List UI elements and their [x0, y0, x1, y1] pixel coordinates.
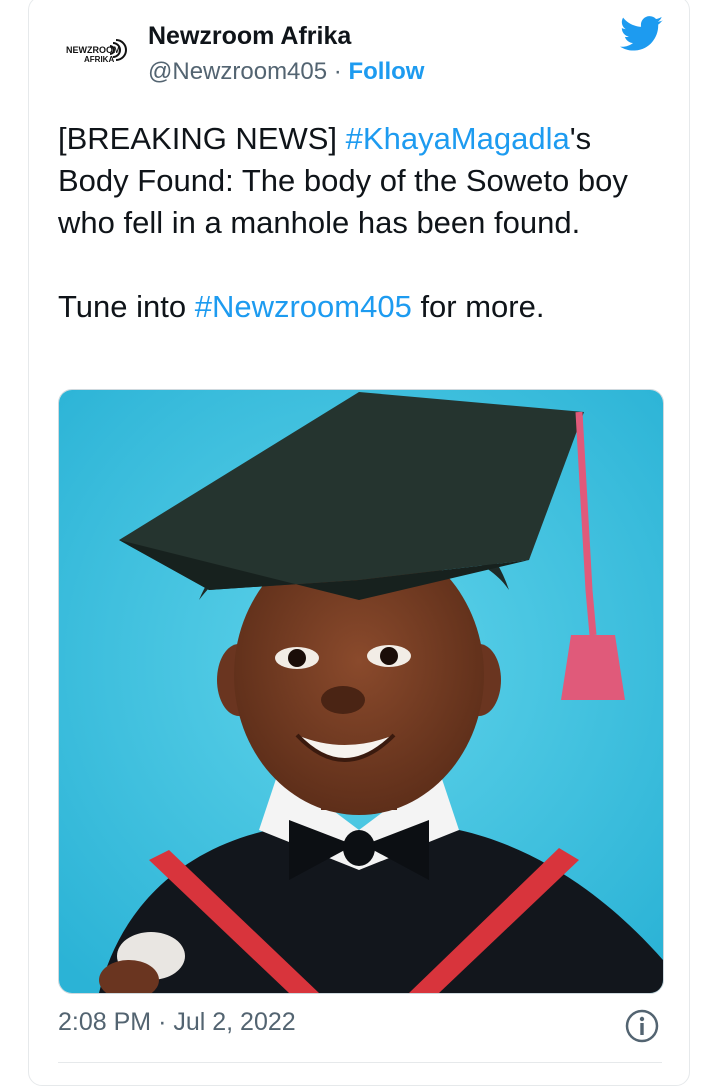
- tweet-photo[interactable]: [58, 389, 664, 994]
- tweet-text-segment: [BREAKING NEWS]: [58, 121, 346, 156]
- display-name[interactable]: Newzroom Afrika: [148, 22, 351, 51]
- tweet-paragraph-1: [BREAKING NEWS] #KhayaMagadla's Body Fou…: [58, 118, 658, 244]
- tweet-time: 2:08 PM: [58, 1008, 152, 1036]
- tweet-text-segment: for more.: [411, 289, 545, 324]
- handle-separator: ·: [333, 58, 342, 85]
- follow-button[interactable]: Follow: [348, 58, 424, 85]
- timestamp-separator: ·: [158, 1008, 167, 1036]
- divider: [58, 1062, 662, 1063]
- hashtag-khayamagadla[interactable]: #KhayaMagadla: [346, 121, 570, 156]
- svg-text:AFRIKA: AFRIKA: [84, 55, 114, 64]
- tweet-paragraph-2: Tune into #Newzroom405 for more.: [58, 286, 658, 328]
- hashtag-newzroom405[interactable]: #Newzroom405: [195, 289, 412, 324]
- tweet-text: [BREAKING NEWS] #KhayaMagadla's Body Fou…: [58, 118, 658, 328]
- handle-row: @Newzroom405 · Follow: [148, 58, 424, 86]
- tweet-text-segment: Tune into: [58, 289, 195, 324]
- newzroom-afrika-logo[interactable]: NEWZROOM AFRIKA: [66, 30, 138, 74]
- tweet-timestamp[interactable]: 2:08 PM · Jul 2, 2022: [58, 1008, 296, 1037]
- info-icon[interactable]: [624, 1008, 660, 1044]
- tweet-date: Jul 2, 2022: [173, 1008, 296, 1036]
- twitter-bird-icon[interactable]: [620, 16, 664, 52]
- handle[interactable]: @Newzroom405: [148, 58, 327, 85]
